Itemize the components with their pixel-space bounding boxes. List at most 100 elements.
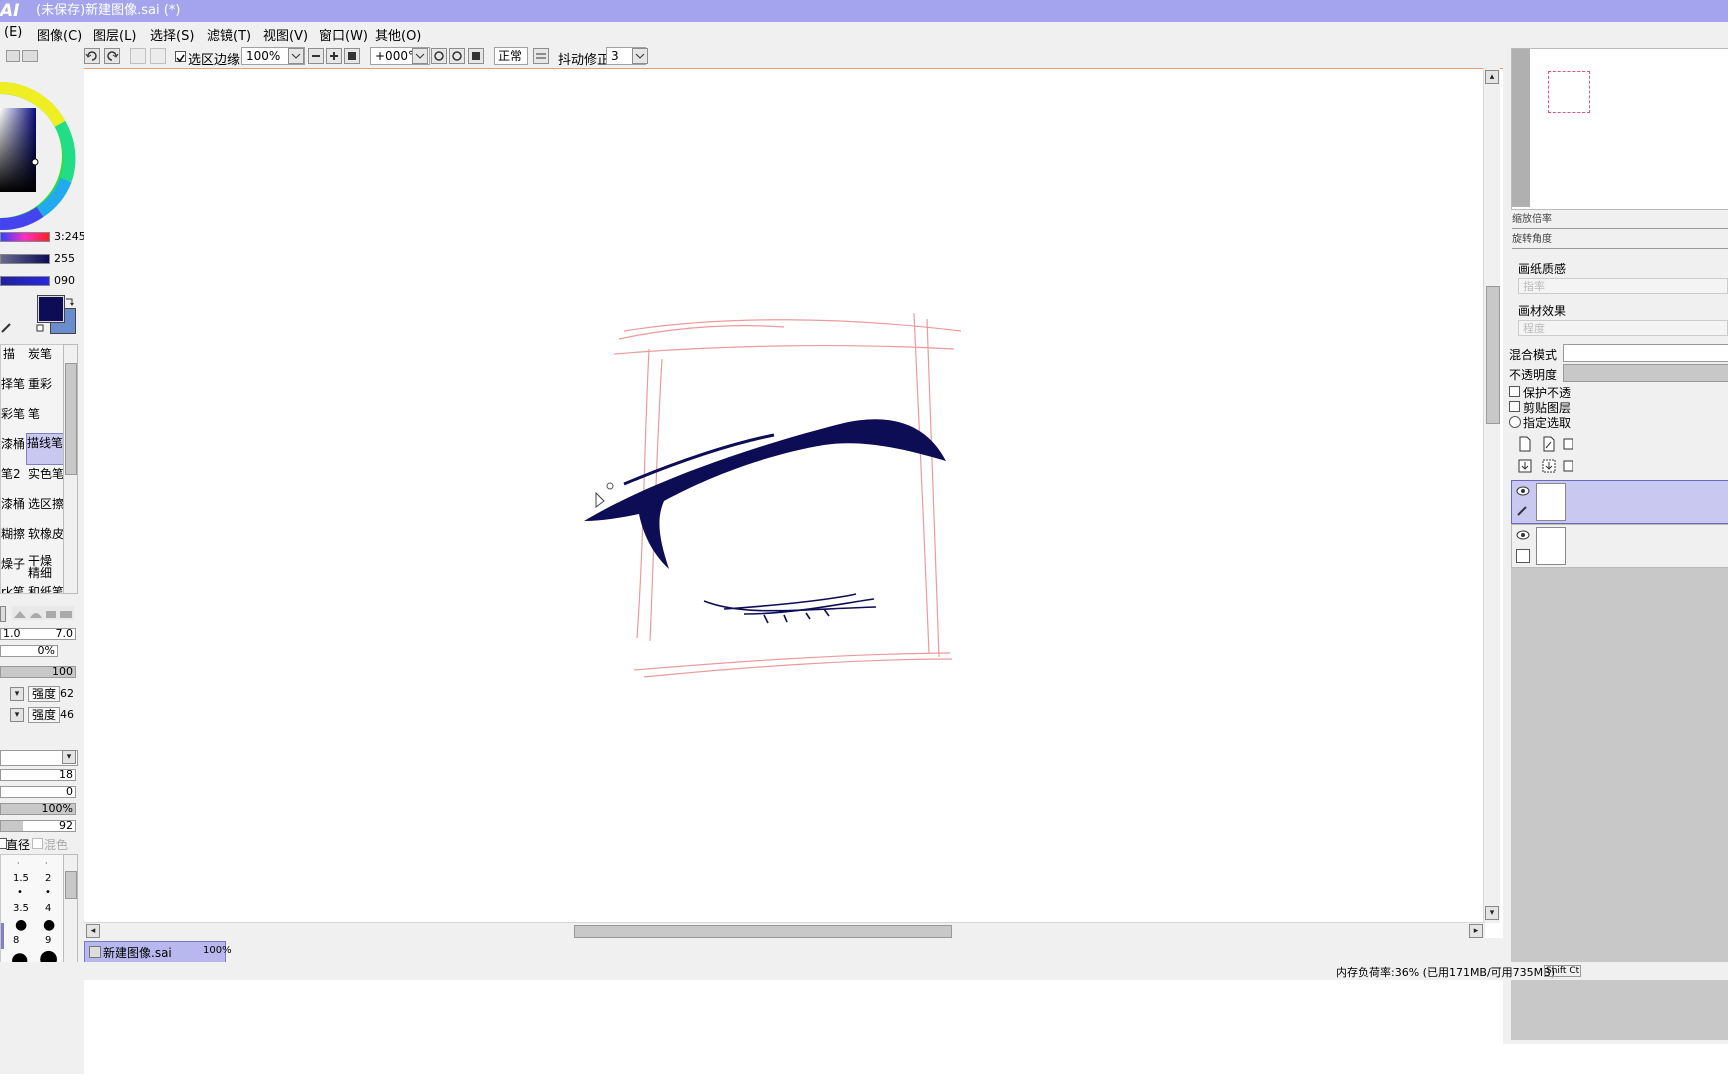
canvas-horizontal-scrollbar[interactable]: ◂ ▸ bbox=[84, 922, 1485, 939]
menu-edit-partial[interactable]: (E) bbox=[4, 25, 22, 40]
new-folder-icon[interactable] bbox=[1563, 436, 1573, 452]
preset-dot[interactable]: ● bbox=[43, 917, 55, 933]
color-mode-toggle[interactable] bbox=[22, 50, 38, 62]
rotation-reset-button[interactable] bbox=[468, 48, 484, 64]
preset-size-2[interactable]: 2 bbox=[45, 873, 51, 884]
density-slider[interactable]: 100 bbox=[0, 666, 76, 678]
brush-tip-shapes[interactable] bbox=[12, 606, 74, 620]
rotate-right-button[interactable] bbox=[449, 48, 465, 64]
effect-strength-value[interactable]: 46 bbox=[60, 708, 76, 721]
hue-slider[interactable] bbox=[0, 232, 50, 242]
extra-slider[interactable]: 92 bbox=[0, 820, 76, 832]
canvas[interactable] bbox=[84, 68, 1503, 939]
layer-lock-box[interactable] bbox=[1516, 549, 1530, 563]
new-layer-icon[interactable] bbox=[1517, 436, 1533, 452]
scroll-right-button[interactable]: ▸ bbox=[1469, 924, 1483, 938]
vertical-scroll-thumb[interactable] bbox=[1486, 286, 1500, 424]
eyedropper-icon[interactable] bbox=[0, 320, 14, 334]
menu-layer[interactable]: 图层(L) bbox=[93, 25, 136, 44]
scroll-left-button[interactable]: ◂ bbox=[86, 924, 100, 938]
rotation-slider[interactable] bbox=[1512, 242, 1728, 249]
saturation-slider[interactable] bbox=[0, 254, 50, 264]
protect-opacity-checkbox[interactable] bbox=[1509, 386, 1520, 397]
blending-slider[interactable]: 18 bbox=[0, 769, 76, 781]
paper-texture-field[interactable]: 指率 bbox=[1518, 278, 1728, 294]
clear-layer-icon[interactable] bbox=[1563, 458, 1573, 474]
scroll-thumb[interactable] bbox=[65, 363, 77, 475]
tool-line-pen[interactable]: 描线笔 bbox=[26, 433, 64, 465]
menu-filter[interactable]: 滤镜(T) bbox=[207, 25, 251, 44]
invert-selection-button[interactable] bbox=[150, 48, 166, 64]
merge-down-icon[interactable] bbox=[1541, 458, 1557, 474]
canvas-vertical-scrollbar[interactable]: ▴ ▾ bbox=[1483, 68, 1500, 923]
persistence-slider[interactable]: 100% bbox=[0, 803, 76, 815]
transfer-down-icon[interactable] bbox=[1517, 458, 1533, 474]
navigator-preview[interactable] bbox=[1511, 48, 1728, 210]
rotate-left-button[interactable] bbox=[431, 48, 447, 64]
scroll-thumb[interactable] bbox=[65, 871, 77, 899]
menu-view[interactable]: 视图(V) bbox=[263, 25, 308, 44]
zoom-in-button[interactable] bbox=[326, 48, 342, 64]
dilution-slider[interactable]: 0 bbox=[0, 786, 76, 798]
stabilizer-dropdown-button[interactable] bbox=[632, 48, 648, 64]
min-size-slider[interactable]: 0% bbox=[0, 645, 58, 657]
navigator-viewport[interactable] bbox=[1548, 71, 1590, 113]
mix-checkbox[interactable] bbox=[32, 838, 43, 849]
zoom-slider[interactable] bbox=[1512, 222, 1728, 229]
horizontal-scroll-thumb[interactable] bbox=[574, 925, 952, 938]
document-tab[interactable]: 新建图像.sai 100% bbox=[84, 941, 232, 963]
tool-pen[interactable]: 笔 bbox=[28, 405, 64, 435]
layer-row[interactable] bbox=[1511, 524, 1728, 568]
undo-button[interactable] bbox=[84, 48, 100, 64]
tool-washi-pen[interactable]: 和纸笔 bbox=[28, 583, 64, 593]
menu-other[interactable]: 其他(O) bbox=[375, 25, 421, 44]
brush-shape-button[interactable] bbox=[0, 606, 6, 622]
color-wheel-toggle[interactable] bbox=[6, 50, 20, 62]
zoom-out-button[interactable] bbox=[308, 48, 324, 64]
preset-size-9[interactable]: 9 bbox=[45, 935, 51, 946]
preset-dot[interactable]: · bbox=[45, 859, 48, 868]
texture-dropdown-button[interactable]: ▾ bbox=[10, 687, 24, 701]
scroll-down-button[interactable]: ▾ bbox=[1485, 906, 1499, 920]
preset-size-8[interactable]: 8 bbox=[13, 935, 19, 946]
tool-dry-fine[interactable]: 干燥精细 bbox=[28, 555, 60, 585]
primary-color-swatch[interactable] bbox=[37, 295, 65, 323]
layer-opacity-slider[interactable] bbox=[1563, 364, 1728, 382]
zoom-reset-button[interactable] bbox=[344, 48, 360, 64]
preset-dot[interactable]: · bbox=[17, 859, 20, 868]
effect-dropdown-button[interactable]: ▾ bbox=[10, 708, 24, 722]
layer-blend-mode-select[interactable] bbox=[1563, 344, 1728, 362]
layer-row-active[interactable] bbox=[1511, 480, 1728, 524]
tool-charcoal[interactable]: 炭笔 bbox=[28, 345, 64, 375]
selection-source-radio[interactable] bbox=[1509, 416, 1521, 428]
color-wheel[interactable] bbox=[0, 68, 76, 244]
presets-scrollbar[interactable] bbox=[63, 854, 78, 966]
tool-selection-eraser[interactable]: 选区擦 bbox=[28, 495, 64, 525]
preset-dot[interactable]: • bbox=[45, 887, 51, 898]
swap-colors-icon[interactable] bbox=[64, 296, 76, 308]
preset-size-1-5[interactable]: 1.5 bbox=[13, 873, 29, 884]
brush-mode-dropdown[interactable]: ▾ bbox=[62, 750, 76, 764]
tool-soft-eraser[interactable]: 软橡皮 bbox=[28, 525, 64, 555]
preset-size-4[interactable]: 4 bbox=[45, 903, 51, 914]
menu-image[interactable]: 图像(C) bbox=[37, 25, 82, 44]
redo-button[interactable] bbox=[104, 48, 120, 64]
eye-icon[interactable] bbox=[1516, 529, 1530, 541]
preset-size-3-5[interactable]: 3.5 bbox=[13, 903, 29, 914]
tool-heavy-paint[interactable]: 重彩 bbox=[28, 375, 64, 405]
tool-grid-scrollbar[interactable] bbox=[63, 344, 78, 594]
preset-dot[interactable]: ● bbox=[15, 917, 27, 933]
blend-mode-button[interactable]: 正常 bbox=[494, 47, 528, 65]
eye-icon[interactable] bbox=[1516, 485, 1530, 497]
rotation-dropdown-button[interactable] bbox=[412, 48, 428, 64]
reset-colors-icon[interactable] bbox=[36, 324, 46, 334]
preset-dot[interactable]: • bbox=[17, 887, 23, 898]
deselect-button[interactable] bbox=[130, 48, 146, 64]
new-linework-layer-icon[interactable] bbox=[1541, 436, 1557, 452]
texture-strength-value[interactable]: 62 bbox=[60, 687, 76, 700]
menu-window[interactable]: 窗口(W) bbox=[319, 25, 368, 44]
size-range-slider[interactable]: 1.0 7.0 bbox=[0, 628, 76, 640]
navigator-scrollbar[interactable] bbox=[1512, 49, 1530, 207]
tool-solid-pen[interactable]: 实色笔 bbox=[28, 465, 64, 495]
zoom-dropdown-button[interactable] bbox=[288, 48, 304, 64]
